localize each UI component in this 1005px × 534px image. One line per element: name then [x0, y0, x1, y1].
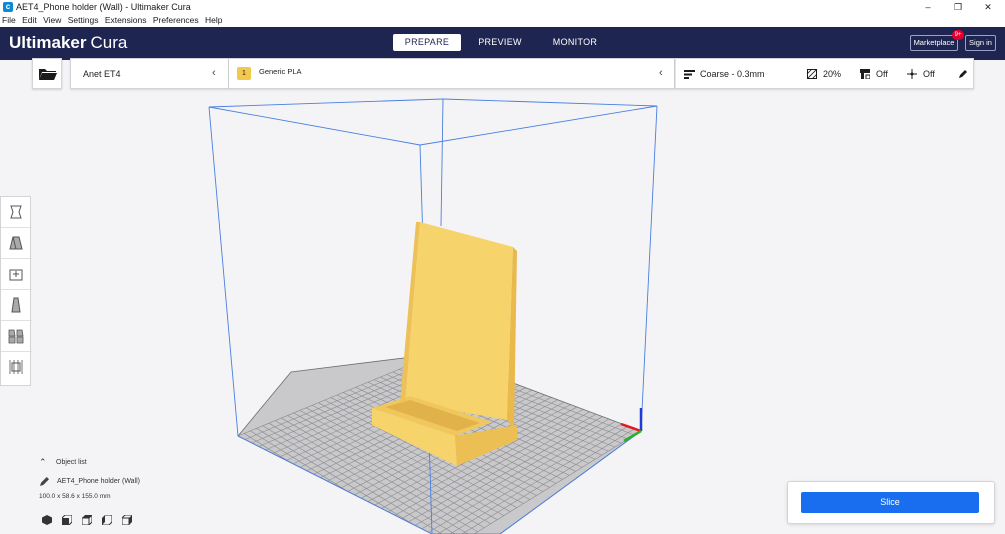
extruder-badge-icon: 1: [237, 67, 251, 80]
material-name: Generic PLA: [259, 67, 302, 76]
object-list-header[interactable]: Object list: [56, 459, 87, 466]
rotate-tool[interactable]: [1, 259, 32, 290]
support-blocker-icon: [9, 360, 23, 374]
infill-value: 20%: [823, 69, 842, 79]
left-view-icon[interactable]: [102, 512, 113, 530]
tab-prepare[interactable]: PREPARE: [393, 34, 461, 51]
marketplace-badge: 9+: [952, 30, 964, 40]
menu-extensions[interactable]: Extensions: [105, 14, 147, 27]
per-model-settings-tool[interactable]: [1, 321, 32, 352]
menu-file[interactable]: File: [2, 14, 16, 27]
menu-bar: File Edit View Settings Extensions Prefe…: [0, 14, 1005, 27]
slice-panel: Slice: [787, 481, 995, 524]
support-icon: [860, 69, 870, 79]
pencil-icon: [40, 477, 49, 486]
menu-edit[interactable]: Edit: [22, 14, 37, 27]
window-title-bar: c AET4_Phone holder (Wall) - Ultimaker C…: [0, 0, 1005, 14]
brand-name: Ultimaker: [9, 33, 87, 52]
menu-help[interactable]: Help: [205, 14, 222, 27]
chevron-left-icon[interactable]: ‹: [659, 67, 663, 79]
window-title: AET4_Phone holder (Wall) - Ultimaker Cur…: [16, 2, 191, 12]
3d-view-icon[interactable]: [42, 512, 52, 530]
object-name[interactable]: AET4_Phone holder (Wall): [57, 478, 140, 485]
maximize-button[interactable]: ❐: [943, 0, 973, 14]
chevron-left-icon[interactable]: ‹: [212, 67, 216, 79]
profile-name: Coarse - 0.3mm: [700, 69, 765, 79]
menu-preferences[interactable]: Preferences: [153, 14, 199, 27]
phone-holder-model[interactable]: [372, 222, 517, 466]
print-settings-selector[interactable]: Coarse - 0.3mm 20% Off Off: [675, 58, 974, 89]
adhesion-value: Off: [923, 69, 935, 79]
support-value: Off: [876, 69, 888, 79]
infill-icon: [807, 69, 817, 79]
chevron-up-icon[interactable]: ⌃: [39, 457, 47, 468]
top-view-icon[interactable]: [81, 512, 93, 530]
mirror-tool[interactable]: [1, 290, 32, 321]
pencil-icon[interactable]: [959, 70, 967, 78]
minimize-button[interactable]: –: [913, 0, 943, 14]
tab-monitor[interactable]: MONITOR: [543, 34, 607, 51]
scale-tool-icon: [9, 236, 23, 250]
app-header: Ultimaker Cura PREPARE PREVIEW MONITOR Ma…: [0, 27, 1005, 60]
printer-name: Anet ET4: [83, 69, 121, 79]
scale-tool[interactable]: [1, 228, 32, 259]
open-file-button[interactable]: [32, 58, 62, 89]
tool-bar: [0, 196, 32, 386]
close-button[interactable]: ✕: [973, 0, 1003, 14]
material-selector[interactable]: 1 Generic PLA ‹: [229, 58, 675, 89]
tab-preview[interactable]: PREVIEW: [470, 34, 530, 51]
sign-in-button[interactable]: Sign in: [965, 35, 996, 51]
support-blocker-tool[interactable]: [1, 352, 32, 383]
printer-selector[interactable]: Anet ET4 ‹: [70, 58, 229, 89]
per-model-settings-icon: [8, 329, 24, 344]
move-tool-icon: [10, 205, 22, 219]
adhesion-icon: [907, 69, 917, 79]
mirror-tool-icon: [11, 297, 21, 313]
layer-height-icon: [684, 70, 695, 79]
rotate-tool-icon: [9, 269, 23, 281]
folder-icon: [39, 69, 57, 80]
marketplace-button[interactable]: Marketplace: [910, 35, 958, 51]
ultimaker-cura-logo: Ultimaker Cura: [9, 33, 127, 53]
product-name: Cura: [90, 33, 128, 52]
menu-view[interactable]: View: [43, 14, 61, 27]
cura-icon: c: [3, 2, 13, 12]
front-view-icon[interactable]: [61, 512, 73, 530]
right-view-icon[interactable]: [121, 512, 132, 530]
object-dimensions: 100.0 x 58.6 x 155.0 mm: [39, 493, 111, 500]
move-tool[interactable]: [1, 197, 32, 228]
slice-button[interactable]: Slice: [801, 492, 979, 513]
menu-settings[interactable]: Settings: [68, 14, 99, 27]
